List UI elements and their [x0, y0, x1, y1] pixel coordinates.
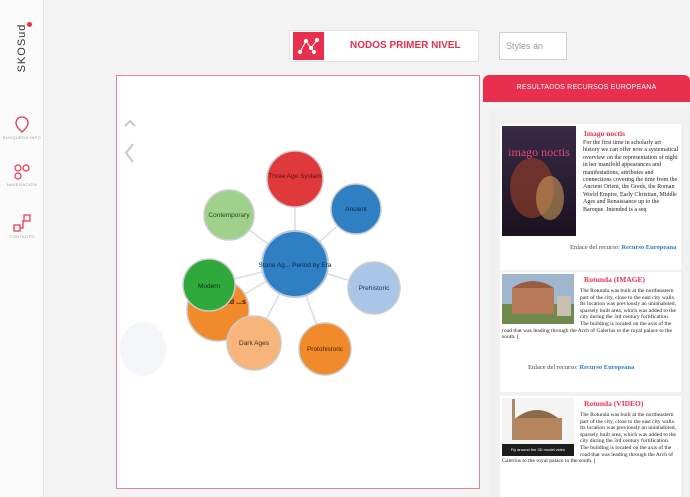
- brand-logo[interactable]: SKOSud: [10, 22, 34, 76]
- result-title[interactable]: Rotunda (IMAGE): [584, 275, 645, 284]
- graph-node[interactable]: Three Age System: [266, 150, 324, 208]
- link-prefix: Enlace del recurso:: [528, 364, 578, 371]
- result-title[interactable]: Imago noctis: [584, 129, 625, 138]
- video-caption: Fly around the 3D model video: [511, 447, 566, 452]
- results-list[interactable]: imago noctis Imago noctis For the first …: [490, 108, 690, 497]
- graph-node[interactable]: Modern: [182, 258, 236, 312]
- node-label: Modern: [198, 283, 220, 290]
- node-label: Three Age System: [268, 173, 321, 180]
- cover-title: imago noctis: [508, 145, 570, 159]
- graph-node[interactable]: Prehistoric: [347, 261, 401, 315]
- graph-node[interactable]: Contemporary: [203, 189, 255, 241]
- rotunda-3d-model-image[interactable]: Fly around the 3D model video: [502, 398, 574, 456]
- result-link-row: Enlace del recurso: Recurso Europeana: [528, 364, 634, 371]
- navigation-icon: [14, 164, 30, 180]
- sidebar-item-label: BÚSQUEDA INFO: [2, 135, 42, 140]
- share-nodes-icon: [13, 214, 31, 232]
- node-label: Prehistoric: [359, 285, 390, 292]
- sidebar-item-navegacion[interactable]: NAVEGACIÓN: [2, 163, 42, 188]
- result-title[interactable]: Rotunda (VIDEO): [584, 399, 643, 408]
- node-label: Ancient: [345, 206, 367, 213]
- node-label: Protohistoric: [307, 346, 344, 353]
- rotunda-photo-image[interactable]: [502, 274, 574, 324]
- node-graph-icon: [293, 32, 324, 60]
- sidebar: SKOSud BÚSQUEDA INFO NAVEGACIÓN CONTACTO: [0, 0, 44, 497]
- brand-name: SKOSud: [16, 23, 28, 73]
- graph-panel[interactable]: ...d ...s Three Age System Ancient Prehi…: [116, 75, 480, 489]
- results-header: RESULTADOS RECURSOS EUROPEANA: [483, 75, 690, 102]
- result-card[interactable]: Rotunda (IMAGE) The Rotunda was built at…: [500, 272, 681, 392]
- node-label: Stone Ag... Period by Era: [259, 262, 332, 269]
- sidebar-item-label: NAVEGACIÓN: [6, 182, 38, 187]
- first-level-nodes-button[interactable]: NODOS PRIMER NIVEL: [289, 30, 479, 62]
- graph-node[interactable]: Protohistoric: [298, 322, 352, 376]
- result-link-row: Enlace del recurso: Recurso Europeana: [570, 244, 676, 251]
- results-title: RESULTADOS RECURSOS EUROPEANA: [516, 84, 657, 91]
- node-label: Dark Ages: [239, 340, 270, 347]
- map-pin-icon: [15, 116, 29, 133]
- europeana-link[interactable]: Recurso Europeana: [579, 364, 634, 371]
- node-label: Contemporary: [208, 212, 250, 219]
- sidebar-item-busqueda[interactable]: BÚSQUEDA INFO: [2, 116, 42, 141]
- result-card[interactable]: Fly around the 3D model video Rotunda (V…: [500, 396, 681, 497]
- link-prefix: Enlace del recurso:: [570, 244, 620, 251]
- result-card[interactable]: imago noctis Imago noctis For the first …: [500, 124, 681, 270]
- styles-select[interactable]: Styles an: [499, 32, 567, 60]
- graph-node[interactable]: Dark Ages: [226, 315, 282, 371]
- result-description: For the first time in scholarly art hist…: [583, 140, 679, 213]
- node-graph[interactable]: ...d ...s Three Age System Ancient Prehi…: [117, 76, 481, 490]
- sidebar-item-contacto[interactable]: CONTACTO: [2, 213, 42, 240]
- graph-node[interactable]: Ancient: [330, 183, 382, 235]
- sidebar-item-label: CONTACTO: [9, 234, 35, 239]
- book-cover-image[interactable]: imago noctis: [502, 126, 576, 236]
- header-title: NODOS PRIMER NIVEL: [350, 40, 461, 51]
- europeana-link[interactable]: Recurso Europeana: [621, 244, 676, 251]
